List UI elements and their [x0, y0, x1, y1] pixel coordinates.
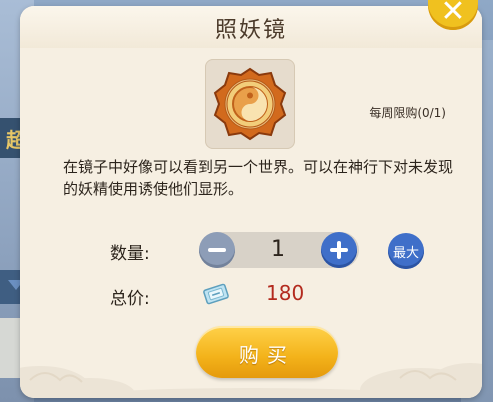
quantity-value[interactable]: 1	[235, 237, 321, 262]
max-quantity-label: 最大	[392, 246, 419, 261]
item-icon-frame	[205, 59, 295, 149]
weekly-purchase-limit: 每周限购(0/1)	[369, 106, 446, 120]
plus-icon-vertical	[337, 241, 341, 259]
close-icon: ✕	[440, 0, 466, 29]
buy-button[interactable]: 购买	[196, 326, 338, 378]
total-price-label: 总价:	[110, 289, 150, 309]
buy-button-label: 购买	[239, 343, 295, 367]
close-button[interactable]: ✕	[428, 0, 478, 30]
total-price-value: 180	[266, 281, 305, 305]
item-description: 在镜子中好像可以看到另一个世界。可以在神行下对未发现的妖精使用诱使他们显形。	[63, 158, 454, 198]
dialog-title: 照妖镜	[214, 18, 287, 43]
max-quantity-button[interactable]: 最大	[388, 233, 424, 269]
ornate-mirror-icon	[213, 67, 287, 141]
increase-quantity-button[interactable]	[321, 232, 357, 268]
quantity-label: 数量:	[110, 244, 150, 264]
dialog-header: 照妖镜	[20, 6, 482, 48]
purchase-dialog: 照妖镜 每周限购(0/1) 在镜子中好像可以看到另一个世界。可以在神行下对未发现…	[20, 6, 482, 398]
minus-icon	[208, 248, 226, 252]
decrease-quantity-button[interactable]	[199, 232, 235, 268]
ticket-icon	[203, 283, 229, 305]
